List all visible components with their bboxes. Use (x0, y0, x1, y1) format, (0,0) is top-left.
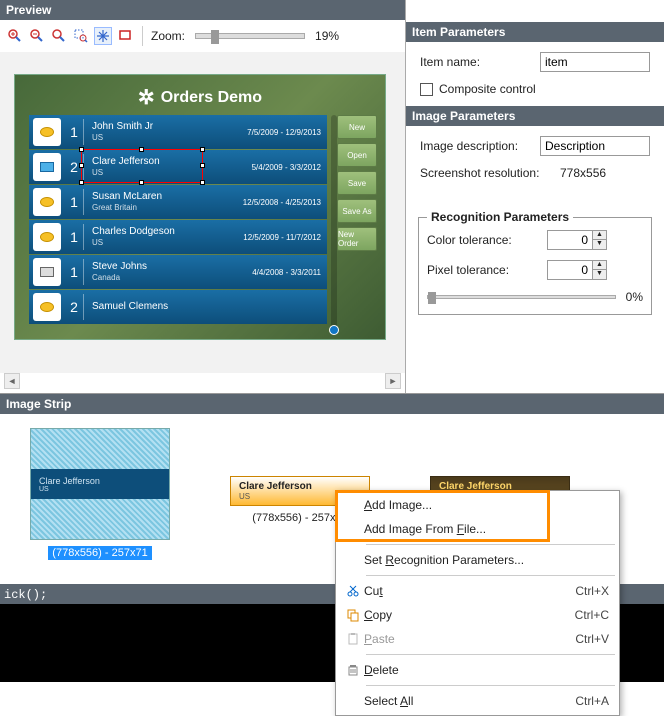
zoom-actual-icon[interactable] (50, 27, 68, 45)
thumbnail-item[interactable]: Clare JeffersonUS (778x556) - 257x71 (20, 428, 180, 570)
pixel-tol-label: Pixel tolerance: (427, 263, 547, 277)
recognition-legend: Recognition Parameters (427, 210, 573, 224)
ss-button: New (337, 115, 377, 139)
preview-panel: Preview Zoom: 19% ✲Orders Demo 1John Smi… (0, 0, 406, 393)
screenshot-preview[interactable]: ✲Orders Demo 1John Smith JrUS7/5/2009 - … (14, 74, 386, 340)
app-title: ✲Orders Demo (15, 85, 385, 110)
checkbox-icon[interactable] (420, 83, 433, 96)
ss-button: Save As (337, 199, 377, 223)
menu-set-recognition[interactable]: Set Recognition Parameters... (338, 548, 617, 572)
spin-up-icon: ▲ (592, 231, 606, 240)
menu-delete[interactable]: Delete (338, 658, 617, 682)
copy-icon (342, 608, 364, 622)
preview-header: Preview (0, 0, 405, 20)
resolution-label: Screenshot resolution: (420, 166, 560, 180)
delete-icon (342, 663, 364, 677)
parameters-panel: Item Parameters Item name: Composite con… (406, 0, 664, 393)
item-name-input[interactable] (540, 52, 650, 72)
zoom-slider[interactable] (195, 33, 305, 39)
menu-select-all[interactable]: Select AllCtrl+A (338, 689, 617, 713)
context-menu: Add Image... Add Image From File... Set … (335, 490, 620, 716)
spin-down-icon: ▼ (592, 270, 606, 279)
menu-add-image[interactable]: Add Image... (338, 493, 617, 517)
tolerance-value: 0% (626, 290, 643, 304)
item-name-label: Item name: (420, 55, 540, 69)
select-rect-icon[interactable] (116, 27, 134, 45)
zoom-out-icon[interactable] (28, 27, 46, 45)
ss-button: Save (337, 171, 377, 195)
paste-icon (342, 632, 364, 646)
tolerance-slider[interactable] (427, 295, 616, 299)
list-row: 1Charles DodgesonUS12/5/2009 - 11/7/2012 (29, 220, 327, 254)
menu-copy[interactable]: CopyCtrl+C (338, 603, 617, 627)
menu-paste: PasteCtrl+V (338, 627, 617, 651)
color-tol-spinner[interactable]: ▲▼ (547, 230, 607, 250)
recognition-group: Recognition Parameters Color tolerance: … (418, 210, 652, 315)
image-strip-header: Image Strip (0, 394, 664, 414)
resolution-value: 778x556 (560, 166, 606, 180)
spin-down-icon: ▼ (592, 240, 606, 249)
list-row: 1Steve JohnsCanada4/4/2008 - 3/3/2011 (29, 255, 327, 289)
zoom-region-icon[interactable] (72, 27, 90, 45)
ss-button: Open (337, 143, 377, 167)
composite-checkbox[interactable]: Composite control (420, 82, 650, 96)
thumb-caption: (778x556) - 257x71 (252, 512, 347, 524)
fit-icon[interactable] (94, 27, 112, 45)
ss-button: New Order (337, 227, 377, 251)
list-row: 2Clare JeffersonUS5/4/2009 - 3/3/2012 (29, 150, 327, 184)
thumb-caption: (778x556) - 257x71 (48, 546, 151, 560)
scroll-right-icon[interactable]: ► (385, 373, 401, 389)
pixel-tol-spinner[interactable]: ▲▼ (547, 260, 607, 280)
spin-up-icon: ▲ (592, 261, 606, 270)
list-row: 1John Smith JrUS7/5/2009 - 12/9/2013 (29, 115, 327, 149)
zoom-in-icon[interactable] (6, 27, 24, 45)
image-params-header: Image Parameters (406, 106, 664, 126)
scroll-left-icon[interactable]: ◄ (4, 373, 20, 389)
menu-add-image-from-file[interactable]: Add Image From File... (338, 517, 617, 541)
list-row: 2Samuel Clemens (29, 290, 327, 324)
preview-toolbar: Zoom: 19% (0, 20, 405, 52)
image-desc-label: Image description: (420, 139, 540, 153)
image-desc-input[interactable] (540, 136, 650, 156)
list-row: 1Susan McLarenGreat Britain12/5/2008 - 4… (29, 185, 327, 219)
zoom-value: 19% (315, 29, 339, 43)
cut-icon (342, 584, 364, 598)
menu-cut[interactable]: CutCtrl+X (338, 579, 617, 603)
item-params-header: Item Parameters (406, 22, 664, 42)
zoom-label: Zoom: (151, 29, 185, 43)
color-tol-label: Color tolerance: (427, 233, 547, 247)
